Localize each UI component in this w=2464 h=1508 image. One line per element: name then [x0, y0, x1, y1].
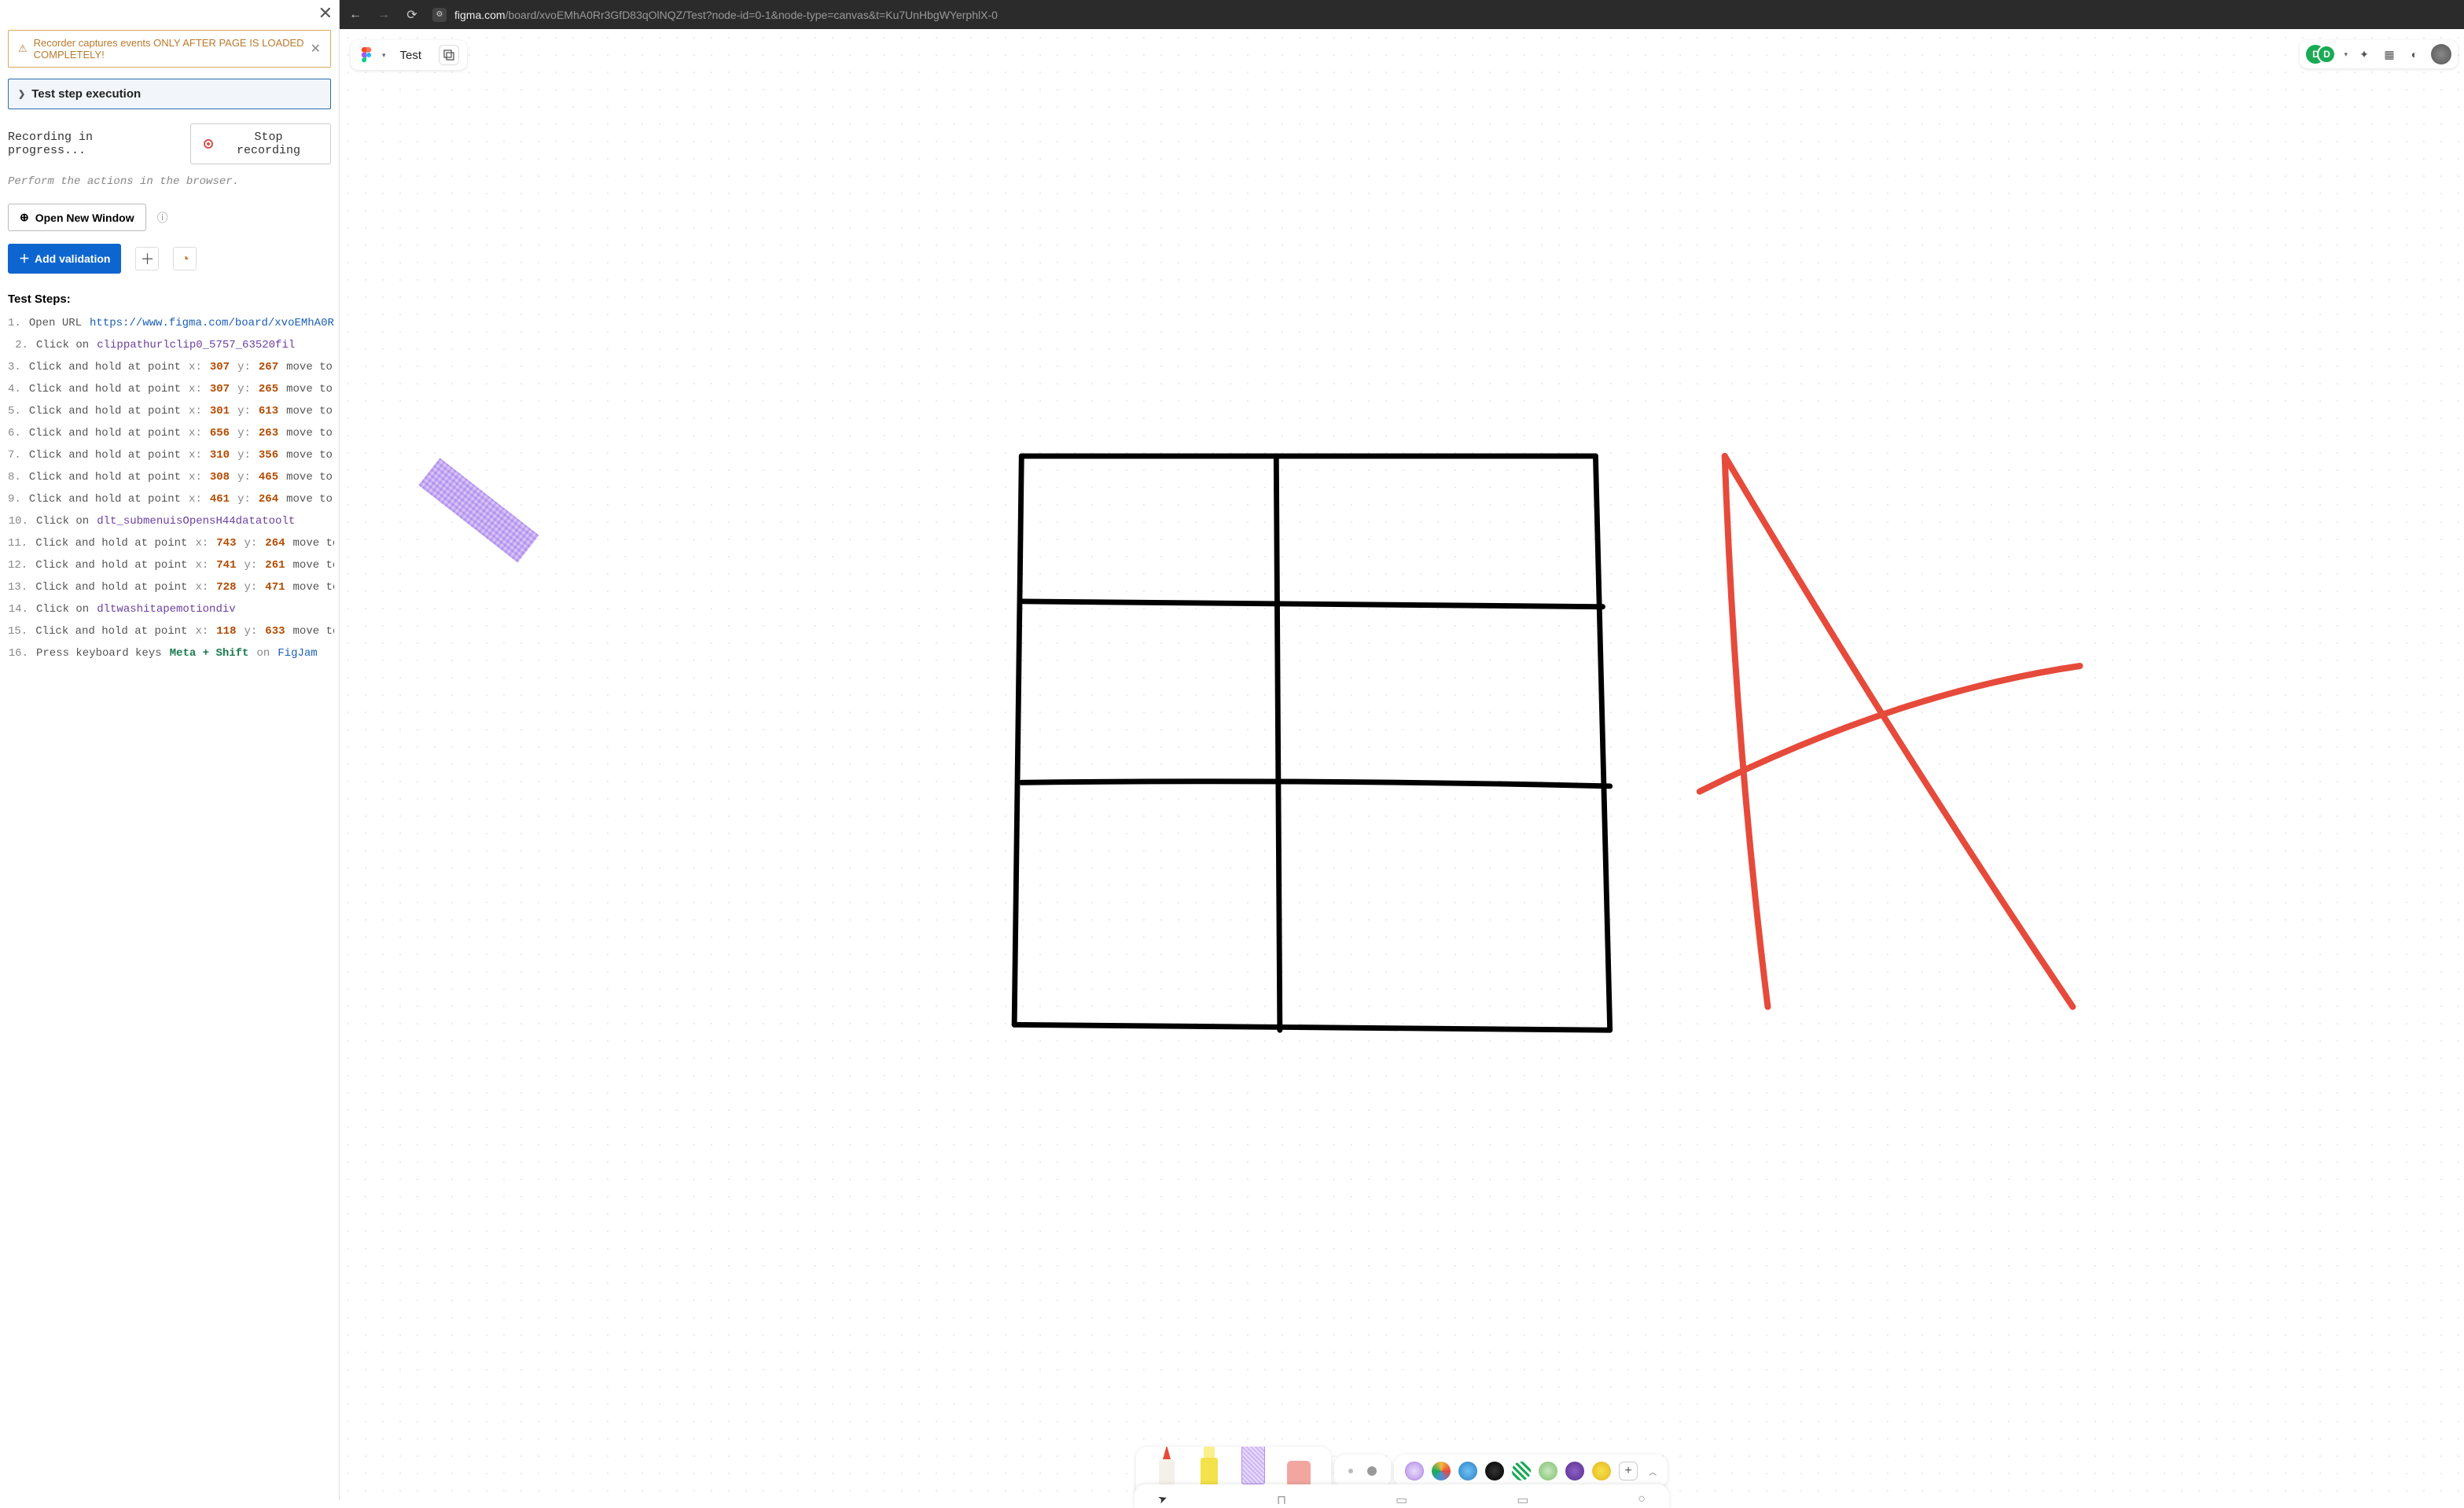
figjam-canvas[interactable]: ▾ Test D D ▾ ✦ ▦ ◐ [340, 29, 2464, 1500]
add-validation-label: Add validation [35, 252, 110, 265]
open-window-label: Open New Window [35, 211, 134, 224]
steps-list: 1.Open URL https://www.figma.com/board/x… [5, 312, 334, 664]
shape-tool-icon[interactable]: ▭ [1517, 1492, 1528, 1508]
test-step-row[interactable]: 6.Click and hold at point x: 656 y: 263 … [5, 422, 334, 444]
cookie-button[interactable]: ◔ [173, 247, 197, 270]
recording-status: Recording in progress... [8, 131, 176, 157]
section-header[interactable]: ❯ Test step execution [8, 79, 331, 109]
open-new-window-button[interactable]: ⊕ Open New Window [8, 204, 146, 231]
chevron-right-icon: ❯ [18, 89, 25, 99]
plus-icon: ＋ [19, 251, 30, 267]
test-step-row[interactable]: 16.Press keyboard keys Meta + Shift on F… [5, 642, 334, 664]
shape-tool-icon[interactable]: ▭ [1396, 1492, 1407, 1508]
stroke-size-tray [1334, 1455, 1391, 1488]
reload-icon[interactable]: ⟳ [404, 7, 420, 23]
warning-close-icon[interactable]: ✕ [311, 41, 321, 57]
recorder-panel: ✕ ⚠ Recorder captures events ONLY AFTER … [0, 0, 340, 1500]
shape-tray: ➤ ⊓ ▭ ▭ ○ [1135, 1484, 1669, 1508]
canvas-drawing [340, 29, 2464, 1500]
record-icon [204, 139, 213, 149]
washi-tape-tool[interactable] [1241, 1447, 1265, 1484]
chevron-up-icon[interactable]: ︿ [1649, 1466, 1657, 1477]
add-step-button[interactable]: ＋ [135, 247, 159, 270]
test-step-row[interactable]: 10.Click on dlt_submenuisOpensH44datatoo… [5, 510, 334, 532]
sticker-option[interactable] [1592, 1462, 1611, 1480]
test-step-row[interactable]: 5.Click and hold at point x: 301 y: 613 … [5, 400, 334, 422]
site-settings-icon[interactable]: ⚙ [432, 8, 447, 22]
stop-recording-button[interactable]: Stop recording [190, 123, 331, 164]
test-step-row[interactable]: 15.Click and hold at point x: 118 y: 633… [5, 620, 334, 642]
close-panel-icon[interactable]: ✕ [318, 3, 333, 24]
warning-icon: ⚠ [18, 42, 28, 55]
stop-recording-label: Stop recording [219, 131, 318, 157]
shape-tool-icon[interactable]: ⊓ [1277, 1492, 1286, 1508]
shape-tool-icon[interactable]: ○ [1638, 1492, 1646, 1506]
warning-banner: ⚠ Recorder captures events ONLY AFTER PA… [8, 30, 331, 68]
sticker-option[interactable] [1458, 1462, 1477, 1480]
sticker-option[interactable] [1539, 1462, 1557, 1480]
browser-panel: ← → ⟳ ⚙ figma.com/board/xvoEMhA0Rr3GfD83… [340, 0, 2464, 1500]
sticker-option[interactable] [1565, 1462, 1584, 1480]
address-bar[interactable]: ⚙ figma.com/board/xvoEMhA0Rr3GfD83qOlNQZ… [432, 8, 998, 22]
test-step-row[interactable]: 2.Click on clippathurlclip0_5757_63520fi… [5, 334, 334, 356]
test-step-row[interactable]: 12.Click and hold at point x: 741 y: 261… [5, 554, 334, 576]
add-validation-button[interactable]: ＋ Add validation [8, 244, 121, 274]
test-step-row[interactable]: 11.Click and hold at point x: 743 y: 264… [5, 532, 334, 554]
stickers-tray: + ︿ [1394, 1455, 1668, 1488]
sticker-option[interactable] [1485, 1462, 1504, 1480]
test-step-row[interactable]: 13.Click and hold at point x: 728 y: 471… [5, 576, 334, 598]
test-step-row[interactable]: 3.Click and hold at point x: 307 y: 267 … [5, 356, 334, 378]
test-step-row[interactable]: 7.Click and hold at point x: 310 y: 356 … [5, 444, 334, 466]
url-domain: figma.com [454, 9, 506, 21]
forward-icon[interactable]: → [376, 8, 392, 22]
stroke-thin[interactable] [1348, 1469, 1353, 1473]
test-step-row[interactable]: 9.Click and hold at point x: 461 y: 264 … [5, 488, 334, 510]
browser-chrome: ← → ⟳ ⚙ figma.com/board/xvoEMhA0Rr3GfD83… [340, 0, 2464, 29]
hint-text: Perform the actions in the browser. [8, 175, 331, 188]
add-sticker-button[interactable]: + [1619, 1462, 1638, 1480]
section-title: Test step execution [31, 87, 141, 101]
sticker-option[interactable] [1432, 1462, 1451, 1480]
info-icon[interactable]: ⓘ [157, 210, 168, 226]
sticker-option[interactable] [1512, 1462, 1531, 1480]
test-step-row[interactable]: 8.Click and hold at point x: 308 y: 465 … [5, 466, 334, 488]
globe-icon: ⊕ [20, 211, 29, 224]
test-step-row[interactable]: 14.Click on dltwashitapemotiondiv [5, 598, 334, 620]
cursor-tool-icon[interactable]: ➤ [1156, 1491, 1169, 1507]
warning-text: Recorder captures events ONLY AFTER PAGE… [34, 37, 304, 61]
back-icon[interactable]: ← [348, 8, 363, 22]
steps-heading: Test Steps: [8, 292, 331, 306]
sticker-option[interactable] [1405, 1462, 1424, 1480]
test-step-row[interactable]: 1.Open URL https://www.figma.com/board/x… [5, 312, 334, 334]
test-step-row[interactable]: 4.Click and hold at point x: 307 y: 265 … [5, 378, 334, 400]
stroke-thick[interactable] [1367, 1466, 1377, 1476]
url-path: /board/xvoEMhA0Rr3GfD83qOlNQZ/Test?node-… [506, 9, 998, 21]
